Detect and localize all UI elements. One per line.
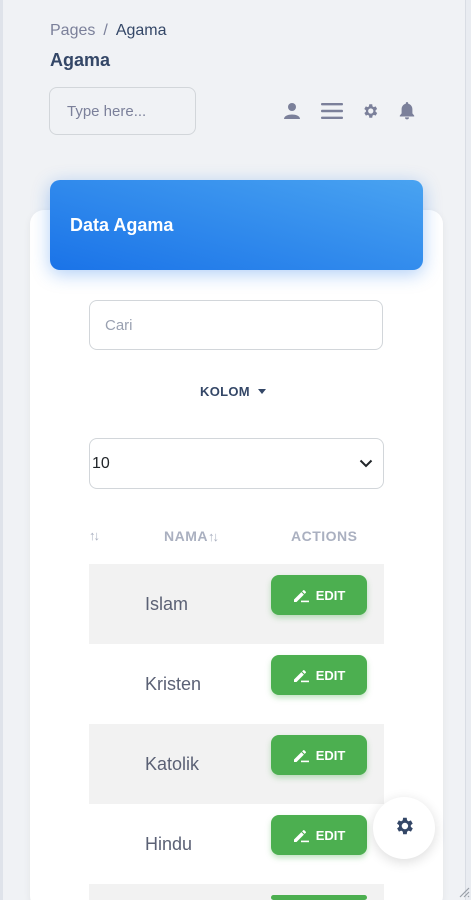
navbar-search-input[interactable] xyxy=(49,87,196,135)
per-page-value: 10 xyxy=(92,454,110,472)
table-row: Kristen EDIT xyxy=(89,644,384,724)
row-name: Katolik xyxy=(145,754,200,774)
header-index-sort[interactable]: ↑↓ xyxy=(89,528,100,543)
breadcrumb-current: Agama xyxy=(115,22,167,39)
menu-icon[interactable] xyxy=(320,103,344,119)
row-name: Kristen xyxy=(145,674,202,694)
chevron-down-icon xyxy=(359,455,373,473)
edit-button[interactable]: EDIT xyxy=(271,815,367,855)
caret-down-icon xyxy=(257,389,266,394)
settings-fab-button[interactable] xyxy=(373,797,435,859)
breadcrumb-separator: / xyxy=(103,22,108,39)
row-name: Islam xyxy=(145,594,189,614)
breadcrumb-root[interactable]: Pages xyxy=(50,22,95,39)
resize-grip-icon[interactable] xyxy=(456,884,470,898)
table-row: Katolik EDIT xyxy=(89,724,384,804)
user-icon[interactable] xyxy=(282,102,302,120)
edit-label: EDIT xyxy=(315,667,346,683)
table-row xyxy=(89,884,384,900)
window-left-edge xyxy=(0,0,3,900)
table-row: Hindu EDIT xyxy=(89,804,384,884)
edit-button[interactable]: EDIT xyxy=(271,575,367,615)
per-page-select[interactable]: 10 xyxy=(89,438,384,489)
card-header: Data Agama xyxy=(50,180,423,270)
header-nama[interactable]: NAMA ↑↓ xyxy=(164,528,219,544)
sort-icon: ↑↓ xyxy=(208,528,219,544)
breadcrumb: Pages / Agama xyxy=(50,22,167,40)
header-actions-label: ACTIONS xyxy=(291,528,358,544)
edit-button[interactable]: EDIT xyxy=(271,735,367,775)
header-nama-label: NAMA xyxy=(164,528,208,544)
table-row: Islam EDIT xyxy=(89,564,384,644)
column-dropdown-button[interactable]: KOLOM xyxy=(200,384,266,399)
card-title: Data Agama xyxy=(70,214,174,235)
pencil-icon xyxy=(293,589,309,602)
page-title: Agama xyxy=(50,50,111,70)
column-dropdown-label: KOLOM xyxy=(200,384,250,399)
pencil-icon xyxy=(293,749,309,762)
pencil-icon xyxy=(293,669,309,682)
gear-icon[interactable] xyxy=(360,102,380,120)
gear-icon xyxy=(393,815,415,842)
window-scrollbar-track[interactable] xyxy=(465,0,471,900)
pencil-icon xyxy=(293,829,309,842)
edit-label: EDIT xyxy=(315,747,346,763)
header-actions: ACTIONS xyxy=(291,528,358,544)
table-search-input[interactable] xyxy=(89,300,383,350)
edit-button[interactable]: EDIT xyxy=(271,655,367,695)
row-name: Hindu xyxy=(145,834,193,854)
edit-label: EDIT xyxy=(315,587,346,603)
navbar-icons xyxy=(282,98,416,124)
edit-label: EDIT xyxy=(315,827,346,843)
bell-icon[interactable] xyxy=(398,102,416,120)
edit-button[interactable] xyxy=(271,895,367,900)
sort-icon: ↑↓ xyxy=(89,528,100,543)
